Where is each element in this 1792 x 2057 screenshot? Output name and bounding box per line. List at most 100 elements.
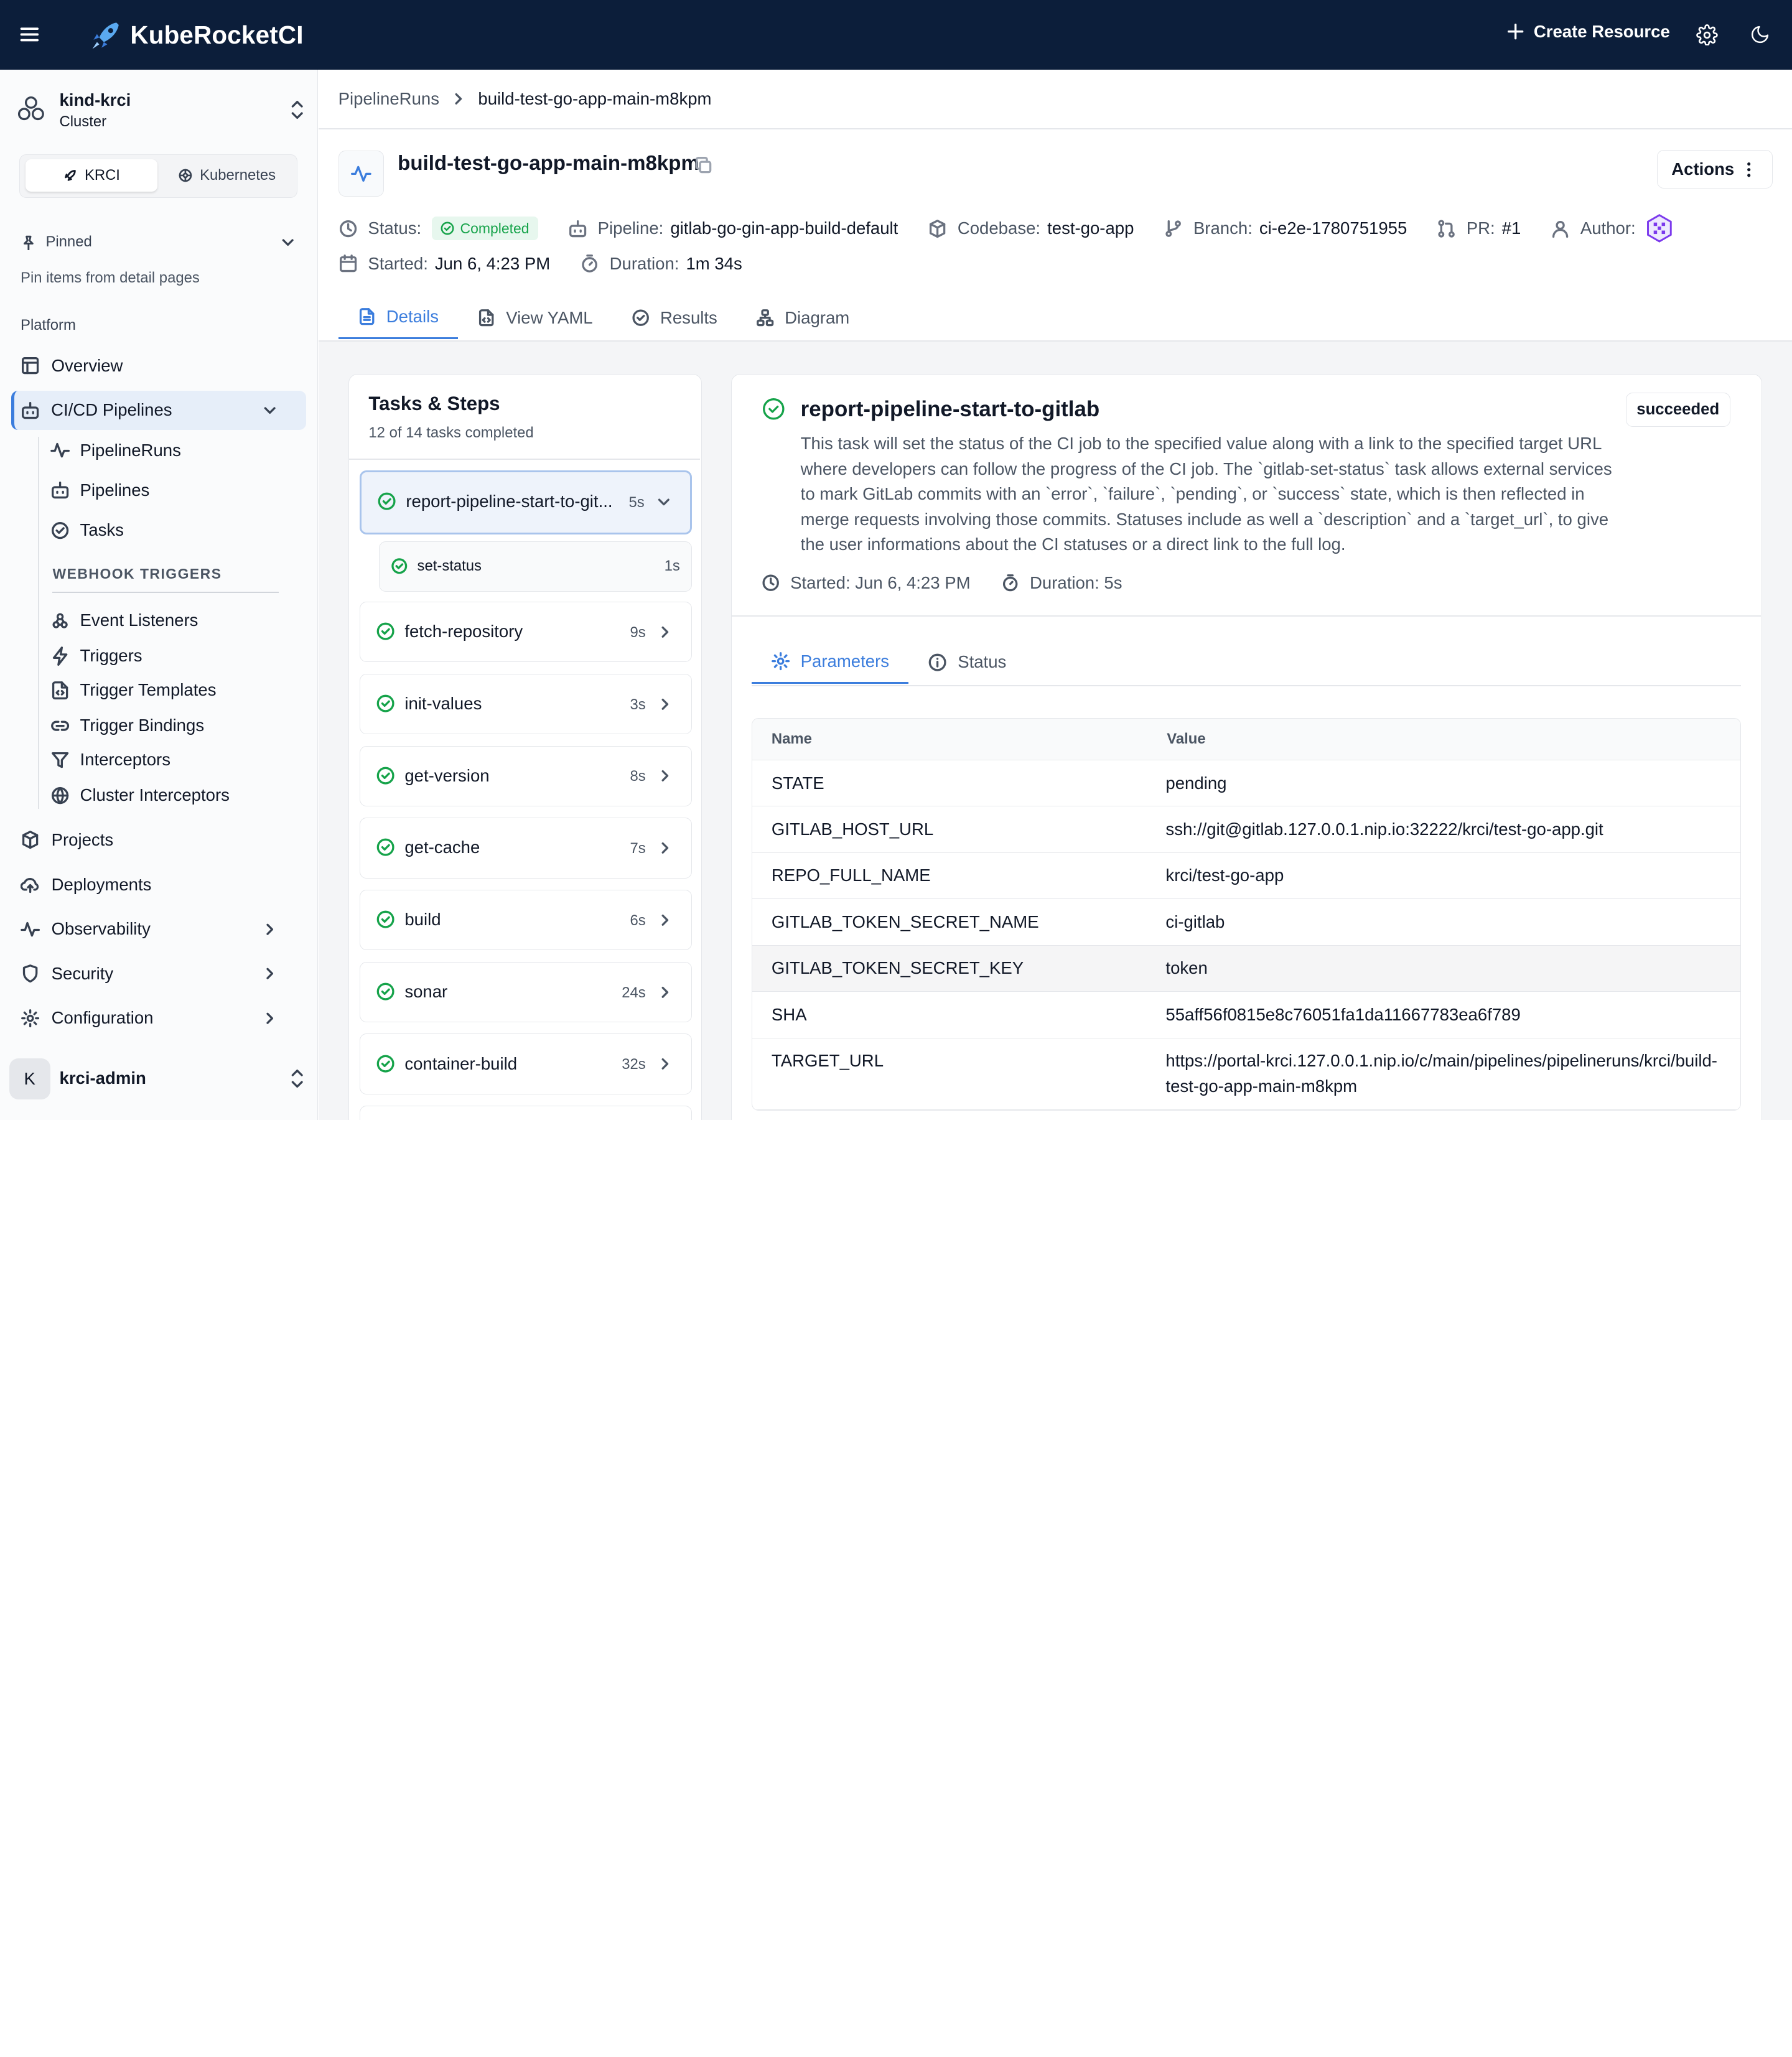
chevron-right-icon: [455, 93, 462, 105]
clock-icon: [762, 574, 780, 592]
cluster-icon: [17, 96, 44, 121]
task-description: This task will set the status of the CI …: [800, 434, 1612, 554]
dark-mode-moon-icon[interactable]: [1750, 24, 1770, 45]
sidebar: kind-krci Cluster KRCI Kubernetes Pinned…: [0, 70, 318, 1120]
sidebar-item-interceptors[interactable]: Interceptors: [50, 744, 170, 776]
check-circle-icon: [377, 839, 394, 856]
tab-status[interactable]: Status: [908, 641, 1025, 684]
sidebar-item-overview[interactable]: Overview: [11, 347, 306, 385]
task-item-partial[interactable]: [359, 1106, 693, 1120]
divider: [349, 459, 701, 460]
page: KubeRocketCI Create Resource kind-krci C…: [0, 0, 1792, 1120]
menu-icon[interactable]: [18, 23, 41, 46]
sidebar-item-deployments[interactable]: Deployments: [11, 865, 306, 903]
sidebar-item-security[interactable]: Security: [11, 954, 306, 993]
task-item-build[interactable]: build 6s: [359, 889, 693, 951]
param-name: GITLAB_HOST_URL: [752, 806, 1148, 853]
sidebar-item-pipelineruns[interactable]: PipelineRuns: [50, 434, 181, 466]
more-vertical-icon: [1747, 162, 1751, 177]
layout-icon: [22, 357, 39, 375]
check-circle-icon: [377, 1055, 394, 1073]
timer-icon: [1003, 574, 1018, 592]
pinned-section-toggle[interactable]: Pinned: [21, 231, 297, 254]
check-circle-icon: [391, 558, 408, 574]
platform-toggle: KRCI Kubernetes: [19, 154, 297, 198]
chevron-right-icon: [661, 1058, 669, 1070]
task-item-container-build[interactable]: container-build 32s: [359, 1033, 693, 1094]
file-code-icon: [52, 681, 68, 699]
plus-icon: [1507, 24, 1524, 40]
sidebar-item-pipelines[interactable]: Pipelines: [50, 474, 149, 506]
task-duration: 3s: [630, 696, 646, 713]
check-circle-icon: [377, 694, 394, 712]
tab-label: Results: [660, 307, 717, 327]
task-duration: 24s: [622, 984, 646, 1001]
cluster-type: Cluster: [59, 113, 107, 130]
param-value: https://portal-krci.127.0.0.1.nip.io/c/m…: [1147, 1038, 1741, 1110]
cluster-selector[interactable]: kind-krci Cluster: [14, 88, 306, 133]
sidebar-item-cicd-pipelines[interactable]: CI/CD Pipelines: [11, 391, 307, 430]
settings-gear-icon[interactable]: [1696, 24, 1718, 46]
toggle-kubernetes[interactable]: Kubernetes: [162, 159, 292, 191]
status-badge: Completed: [431, 217, 539, 241]
sidebar-item-tasks[interactable]: Tasks: [50, 515, 124, 546]
status-value: Completed: [460, 220, 530, 236]
pipelinerun-icon-box: [338, 151, 385, 197]
step-name: set-status: [417, 557, 482, 575]
tab-label: Parameters: [800, 651, 890, 671]
step-item-set-status[interactable]: set-status 1s: [378, 541, 693, 592]
page-title: build-test-go-app-main-m8kpm: [398, 152, 699, 175]
pipeline-link[interactable]: gitlab-go-gin-app-build-default: [670, 218, 898, 238]
sidebar-item-triggers[interactable]: Triggers: [50, 640, 142, 672]
tab-diagram[interactable]: Diagram: [737, 296, 869, 340]
sidebar-item-event-listeners[interactable]: Event Listeners: [50, 605, 198, 637]
toggle-krci[interactable]: KRCI: [26, 159, 157, 192]
tab-parameters[interactable]: Parameters: [751, 641, 909, 684]
task-item-fetch-repository[interactable]: fetch-repository 9s: [359, 602, 693, 663]
sidebar-item-label: Trigger Templates: [80, 680, 217, 700]
clock-icon: [339, 220, 357, 237]
check-circle-icon: [632, 309, 649, 326]
pinned-label: Pinned: [45, 233, 92, 251]
user-menu[interactable]: K krci-admin: [9, 1058, 309, 1099]
tab-view-yaml[interactable]: View YAML: [458, 296, 612, 340]
task-item-get-cache[interactable]: get-cache 7s: [359, 818, 693, 879]
brand-logo[interactable]: KubeRocketCI: [89, 18, 303, 52]
breadcrumb-pipelineruns-link[interactable]: PipelineRuns: [338, 89, 439, 109]
table-row: SHA 55aff56f0815e8c76051fa1da11667783ea6…: [752, 991, 1741, 1038]
task-item-sonar[interactable]: sonar 24s: [359, 961, 693, 1022]
author-avatar-icon[interactable]: [1645, 213, 1674, 243]
actions-button[interactable]: Actions: [1657, 149, 1773, 189]
status-field: Status: Completed: [338, 217, 539, 241]
tab-results[interactable]: Results: [612, 296, 737, 340]
brand-name: KubeRocketCI: [130, 21, 304, 50]
pipelinerun-meta-row: Status: Completed Pipeline: gitlab-go-gi…: [338, 213, 1704, 243]
sidebar-item-projects[interactable]: Projects: [11, 821, 306, 859]
tab-details[interactable]: Details: [338, 296, 459, 340]
parameters-table-grid: Name Value STATE pending GITLAB_HOST_URL…: [752, 719, 1741, 1110]
task-item-report-pipeline-start-to-gitlab[interactable]: report-pipeline-start-to-git... 5s: [359, 470, 693, 534]
tab-label: Status: [958, 652, 1007, 672]
sidebar-item-label: CI/CD Pipelines: [51, 400, 172, 420]
duration-value: 1m 34s: [686, 253, 742, 273]
activity-icon: [21, 921, 40, 936]
copy-icon[interactable]: [694, 156, 713, 175]
box-icon: [22, 831, 39, 849]
sidebar-item-label: Configuration: [51, 1008, 154, 1028]
branch-label: Branch:: [1193, 218, 1253, 238]
sidebar-item-cluster-interceptors[interactable]: Cluster Interceptors: [50, 780, 230, 811]
sidebar-item-trigger-bindings[interactable]: Trigger Bindings: [50, 710, 204, 742]
create-resource-button[interactable]: Create Resource: [1506, 22, 1670, 42]
sidebar-item-label: Deployments: [51, 874, 152, 894]
globe-icon: [51, 786, 69, 804]
task-started-text: Started: Jun 6, 4:23 PM: [790, 573, 971, 593]
codebase-link[interactable]: test-go-app: [1047, 218, 1134, 238]
sidebar-item-observability[interactable]: Observability: [11, 910, 306, 948]
divider: [52, 592, 279, 594]
task-item-init-values[interactable]: init-values 3s: [359, 673, 693, 735]
breadcrumb-current: build-test-go-app-main-m8kpm: [478, 89, 712, 109]
sidebar-item-configuration[interactable]: Configuration: [11, 999, 306, 1037]
sidebar-item-trigger-templates[interactable]: Trigger Templates: [50, 674, 217, 706]
task-item-get-version[interactable]: get-version 8s: [359, 745, 693, 806]
pr-link[interactable]: #1: [1502, 218, 1521, 238]
